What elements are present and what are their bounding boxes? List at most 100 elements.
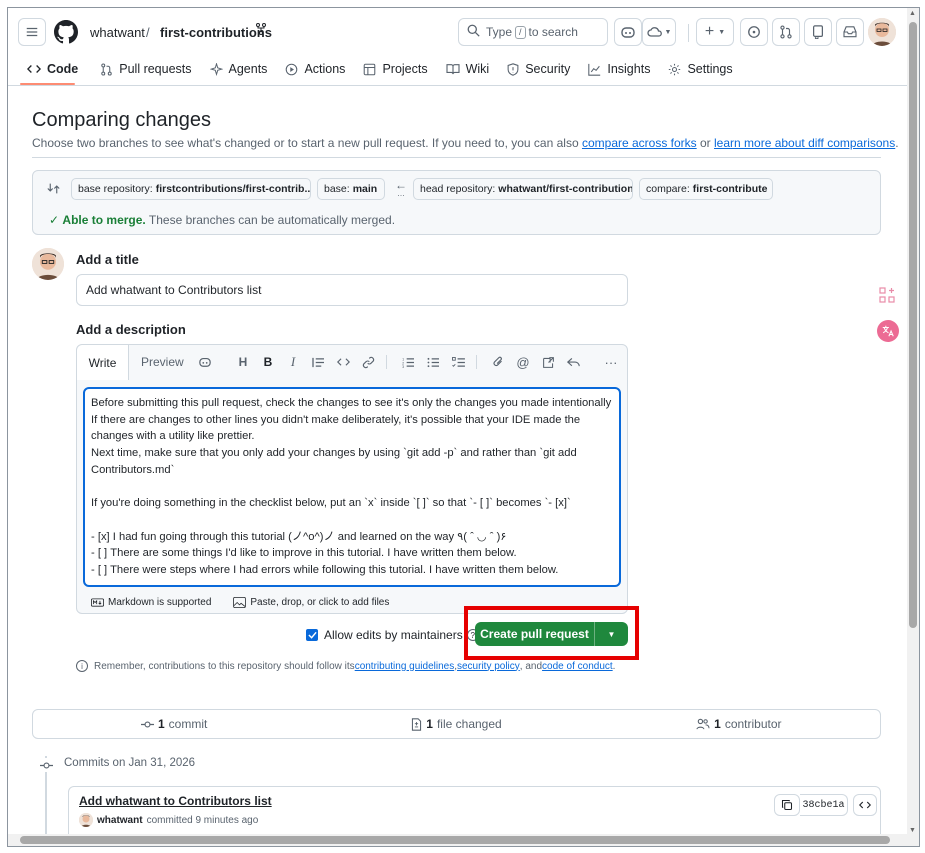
toolbar-divider bbox=[476, 355, 477, 369]
plus-icon: + bbox=[704, 23, 715, 40]
security-policy-link[interactable]: security policy bbox=[457, 661, 520, 672]
cloud-icon bbox=[646, 27, 662, 37]
select-value: whatwant/first-contributions bbox=[498, 183, 633, 195]
attach-files-button[interactable]: Paste, drop, or click to add files bbox=[233, 597, 389, 608]
pr-description-textarea[interactable]: Before submitting this pull request, che… bbox=[83, 387, 621, 587]
tab-write[interactable]: Write bbox=[77, 345, 129, 380]
subtitle-text: . bbox=[895, 136, 899, 150]
create-pull-request-label[interactable]: Create pull request bbox=[475, 622, 595, 646]
italic-icon[interactable]: I bbox=[285, 354, 301, 370]
commits-stat[interactable]: 1 commit bbox=[33, 710, 315, 738]
markdown-icon bbox=[91, 598, 104, 607]
tab-pull-requests-label: Pull requests bbox=[119, 62, 192, 76]
contribution-reminder: i Remember, contributions to this reposi… bbox=[76, 660, 615, 672]
scrollbar-thumb[interactable] bbox=[909, 22, 917, 628]
tab-actions[interactable]: Actions bbox=[276, 58, 354, 80]
commit-message-link[interactable]: Add whatwant to Contributors list bbox=[79, 794, 272, 808]
scrollbar-thumb[interactable] bbox=[20, 836, 890, 844]
inbox-icon[interactable] bbox=[836, 18, 864, 46]
quote-icon[interactable] bbox=[310, 354, 326, 370]
repositories-icon[interactable] bbox=[804, 18, 832, 46]
path-separator: / bbox=[146, 25, 150, 40]
more-options-icon[interactable]: ··· bbox=[603, 354, 619, 370]
files-changed-stat[interactable]: 1 file changed bbox=[315, 710, 597, 738]
play-icon bbox=[286, 63, 298, 75]
tab-security[interactable]: Security bbox=[498, 58, 579, 80]
allow-edits-option[interactable]: Allow edits by maintainers ? bbox=[306, 628, 479, 642]
vertical-scrollbar[interactable]: ▲ ▼ bbox=[907, 8, 919, 846]
tab-code[interactable]: Code bbox=[18, 58, 87, 80]
tab-pull-requests[interactable]: Pull requests bbox=[91, 58, 200, 80]
shield-icon bbox=[507, 62, 519, 76]
select-value: firstcontributions/first-contrib... bbox=[155, 183, 311, 195]
user-avatar[interactable] bbox=[868, 18, 896, 46]
widget-grid-icon[interactable] bbox=[876, 284, 898, 306]
create-pull-request-button[interactable]: Create pull request ▼ bbox=[475, 622, 628, 646]
attach-icon[interactable] bbox=[490, 354, 506, 370]
files-label: file changed bbox=[436, 717, 502, 731]
compare-forks-link[interactable]: compare across forks bbox=[582, 136, 697, 150]
github-logo-icon[interactable] bbox=[54, 20, 79, 47]
page-title: Comparing changes bbox=[32, 109, 211, 131]
base-repository-select[interactable]: base repository: firstcontributions/first… bbox=[71, 178, 311, 200]
copilot-menu-button[interactable]: ▼ bbox=[642, 18, 676, 46]
table-icon bbox=[364, 63, 376, 75]
unordered-list-icon[interactable] bbox=[425, 354, 441, 370]
allow-edits-checkbox[interactable] bbox=[306, 629, 318, 641]
tab-insights[interactable]: Insights bbox=[579, 58, 659, 80]
commits-count: 1 bbox=[157, 717, 165, 731]
markdown-support-note[interactable]: Markdown is supported bbox=[91, 597, 211, 608]
reply-icon[interactable] bbox=[565, 354, 581, 370]
code-of-conduct-link[interactable]: code of conduct bbox=[542, 661, 613, 672]
compare-branch-select[interactable]: compare:first-contribute▼ bbox=[639, 178, 773, 200]
tab-security-label: Security bbox=[525, 62, 571, 76]
copilot-icon[interactable] bbox=[197, 354, 213, 370]
description-editor: Write Preview H B I 123 @ ··· Before sub… bbox=[76, 344, 628, 614]
repo-owner-link[interactable]: whatwant bbox=[90, 25, 145, 40]
editor-toolbar: Write Preview H B I 123 @ ··· bbox=[77, 345, 627, 380]
committer-name[interactable]: whatwant bbox=[97, 815, 143, 826]
menu-icon[interactable] bbox=[18, 18, 46, 46]
tab-projects[interactable]: Projects bbox=[354, 58, 436, 80]
base-branch-select[interactable]: base:main ▼ bbox=[317, 178, 385, 200]
copy-sha-button[interactable] bbox=[774, 794, 800, 816]
subtitle-text: Choose two branches to see what's change… bbox=[32, 136, 582, 150]
chevron-down-icon: ▼ bbox=[718, 28, 726, 36]
heading-icon[interactable]: H bbox=[235, 354, 251, 370]
task-list-icon[interactable] bbox=[450, 354, 466, 370]
horizontal-scrollbar[interactable] bbox=[8, 834, 909, 846]
tab-insights-label: Insights bbox=[607, 62, 651, 76]
contributing-guidelines-link[interactable]: contributing guidelines bbox=[355, 661, 455, 672]
pull-requests-icon[interactable] bbox=[772, 18, 800, 46]
contributors-stat[interactable]: 1 contributor bbox=[598, 710, 880, 738]
issues-icon[interactable] bbox=[740, 18, 768, 46]
mention-icon[interactable]: @ bbox=[515, 354, 531, 370]
scroll-down-icon[interactable]: ▼ bbox=[909, 827, 916, 834]
tab-agents[interactable]: Agents bbox=[201, 58, 277, 80]
code-icon[interactable] bbox=[335, 354, 351, 370]
search-placeholder-pre: Type bbox=[486, 25, 513, 39]
svg-text:3: 3 bbox=[402, 365, 404, 368]
commit-sha-link[interactable]: 38cbe1a bbox=[800, 794, 848, 816]
diff-comparisons-link[interactable]: learn more about diff comparisons bbox=[714, 136, 895, 150]
link-icon[interactable] bbox=[360, 354, 376, 370]
chevron-down-icon: ▼ bbox=[664, 28, 672, 36]
search-input[interactable]: Type / to search bbox=[458, 18, 608, 46]
tab-preview[interactable]: Preview bbox=[141, 345, 184, 379]
chevron-down-icon[interactable]: ▼ bbox=[595, 630, 628, 639]
bold-icon[interactable]: B bbox=[260, 354, 276, 370]
head-repository-select[interactable]: head repository: whatwant/first-contribut… bbox=[413, 178, 633, 200]
pr-title-input[interactable]: Add whatwant to Contributors list bbox=[76, 274, 628, 306]
browse-code-button[interactable] bbox=[853, 794, 877, 816]
tab-wiki[interactable]: Wiki bbox=[437, 58, 499, 80]
cross-reference-icon[interactable] bbox=[540, 354, 556, 370]
tab-settings[interactable]: Settings bbox=[659, 58, 741, 80]
title-field-label: Add a title bbox=[76, 252, 139, 267]
ordered-list-icon[interactable]: 123 bbox=[400, 354, 416, 370]
copilot-icon[interactable] bbox=[614, 18, 642, 46]
scroll-up-icon[interactable]: ▲ bbox=[909, 10, 916, 17]
people-icon bbox=[696, 718, 710, 730]
translate-icon[interactable] bbox=[877, 320, 899, 342]
commit-meta: whatwant committed 9 minutes ago bbox=[79, 813, 258, 827]
create-new-button[interactable]: + ▼ bbox=[696, 18, 734, 46]
